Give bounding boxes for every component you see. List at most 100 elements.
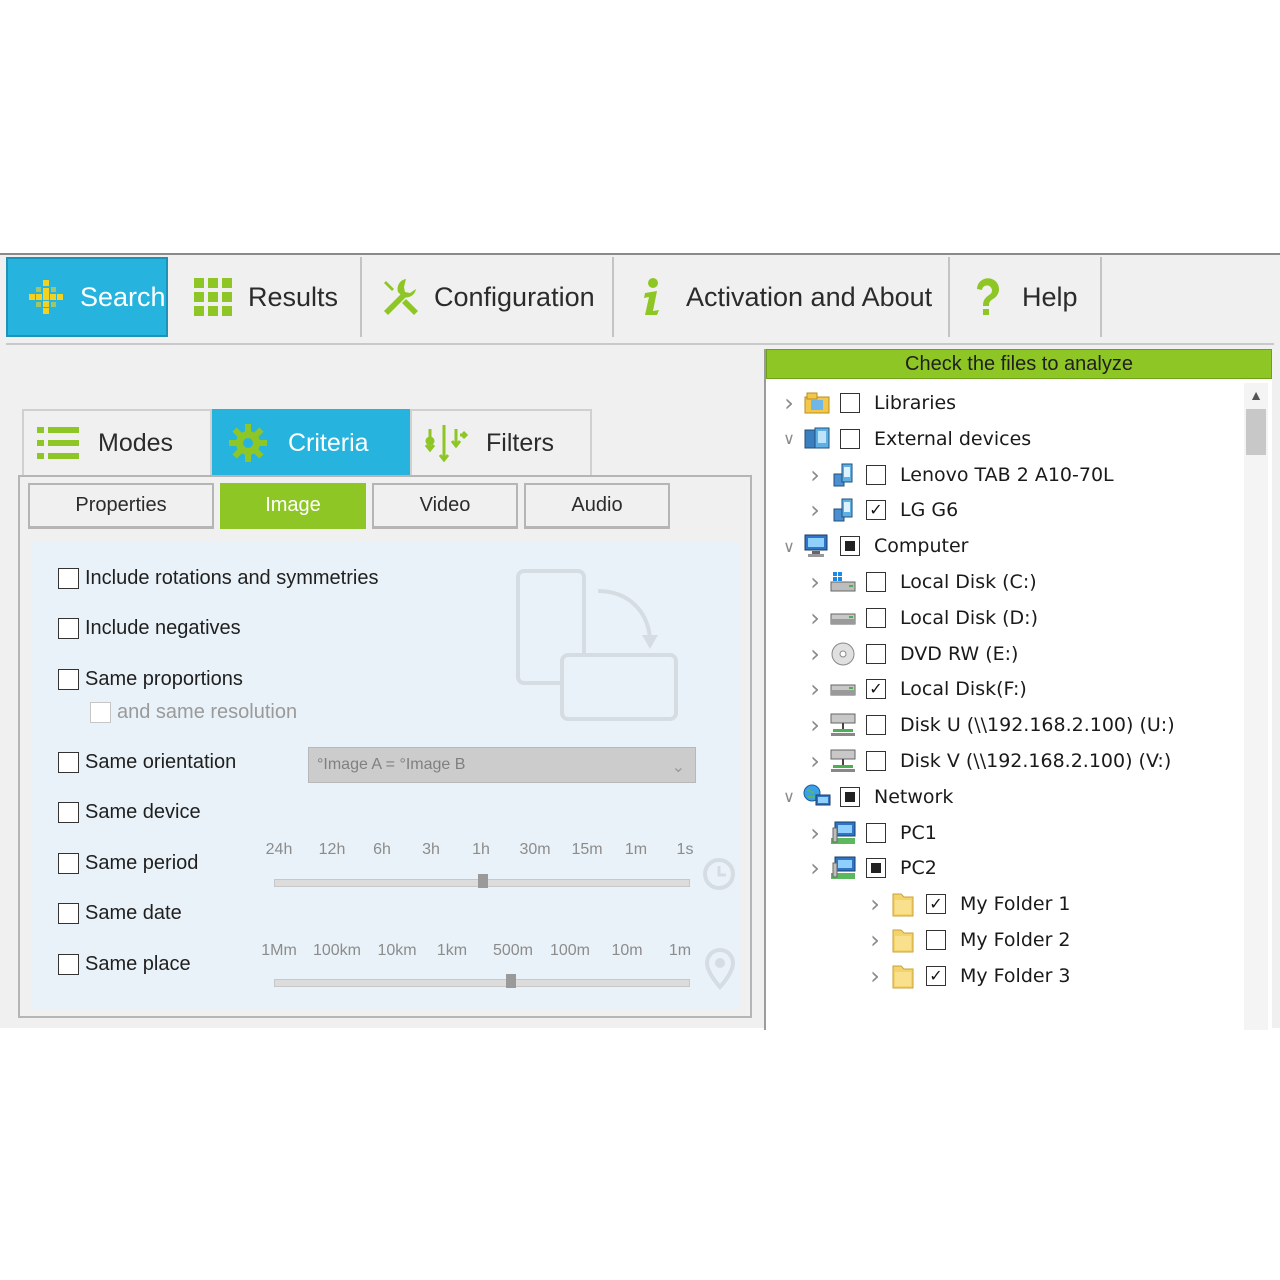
tree-node[interactable]: › PC2 xyxy=(804,852,937,884)
include-rotations-checkbox[interactable]: Include rotations and symmetries xyxy=(58,567,378,590)
tab-properties-label: Properties xyxy=(75,494,167,516)
checkbox-box[interactable] xyxy=(58,752,79,773)
tree-node-checkbox[interactable]: ✓ xyxy=(866,679,886,700)
place-slider-track[interactable] xyxy=(274,979,690,987)
tree-node-checkbox[interactable] xyxy=(866,607,886,628)
same-period-checkbox[interactable]: Same period xyxy=(58,852,198,875)
tab-results[interactable]: Results xyxy=(176,257,362,337)
tree-node-checkbox[interactable] xyxy=(866,572,886,592)
tree-node-checkbox[interactable] xyxy=(840,393,860,413)
checkbox-box[interactable] xyxy=(90,702,111,723)
tree-node-checkbox[interactable] xyxy=(866,822,886,843)
period-scale-label: 12h xyxy=(318,841,346,858)
tree-node-checkbox[interactable]: ✓ xyxy=(926,894,946,915)
tree-node-checkbox[interactable] xyxy=(866,715,886,736)
tree-node[interactable]: › Libraries xyxy=(778,387,956,419)
tree-node[interactable]: ∨ Network xyxy=(778,781,953,813)
tab-modes[interactable]: Modes xyxy=(22,409,212,475)
chevron-right-icon[interactable]: › xyxy=(778,389,800,417)
tree-node-checkbox[interactable]: ✓ xyxy=(866,500,886,521)
chevron-right-icon[interactable]: › xyxy=(804,461,826,489)
same-device-checkbox[interactable]: Same device xyxy=(58,801,201,824)
same-proportions-label: Same proportions xyxy=(85,668,243,690)
same-date-checkbox[interactable]: Same date xyxy=(58,902,182,925)
tree-node-checkbox[interactable] xyxy=(866,751,886,771)
tree-node[interactable]: › My Folder 2 xyxy=(864,924,1071,956)
chevron-right-icon[interactable]: › xyxy=(864,962,886,990)
tree-node[interactable]: › ✓ My Folder 1 xyxy=(864,888,1070,920)
checkbox-box[interactable] xyxy=(58,954,79,975)
tree-node-checkbox[interactable]: ✓ xyxy=(926,965,946,986)
tree-node-label: Network xyxy=(874,785,954,808)
chevron-right-icon[interactable]: › xyxy=(864,890,886,918)
checkbox-box[interactable] xyxy=(58,903,79,924)
checkbox-box[interactable] xyxy=(58,568,79,589)
chevron-down-icon[interactable]: ∨ xyxy=(778,787,800,806)
tree-node[interactable]: › Disk V (\\192.168.2.100) (V:) xyxy=(804,745,1171,777)
same-place-checkbox[interactable]: Same place xyxy=(58,953,191,976)
tab-activation-about[interactable]: Activation and About xyxy=(614,257,950,337)
checkbox-box[interactable] xyxy=(58,618,79,639)
checkbox-box[interactable] xyxy=(58,853,79,874)
place-scale-label: 10km xyxy=(377,942,417,959)
tree-node[interactable]: › Local Disk (C:) xyxy=(804,566,1036,598)
tree-node[interactable]: › ✓ My Folder 3 xyxy=(864,960,1070,992)
scroll-up-icon[interactable]: ▲ xyxy=(1244,383,1268,407)
chevron-right-icon[interactable]: › xyxy=(804,496,826,524)
tree-node[interactable]: › DVD RW (E:) xyxy=(804,638,1018,670)
tab-configuration[interactable]: Configuration xyxy=(362,257,614,337)
tree-node-checkbox[interactable] xyxy=(866,643,886,664)
place-slider-thumb[interactable] xyxy=(506,974,516,988)
tree-scrollbar[interactable]: ▲ xyxy=(1244,383,1268,1030)
same-proportions-checkbox[interactable]: Same proportions xyxy=(58,668,243,691)
tab-criteria[interactable]: Criteria xyxy=(212,409,410,475)
tree-node-checkbox[interactable] xyxy=(840,786,860,807)
scrollbar-thumb[interactable] xyxy=(1246,409,1266,455)
chevron-down-icon[interactable]: ∨ xyxy=(778,429,800,448)
checkbox-box[interactable] xyxy=(58,669,79,690)
checkbox-box[interactable] xyxy=(58,802,79,823)
period-slider-thumb[interactable] xyxy=(478,874,488,888)
divider xyxy=(6,343,1274,345)
tab-image[interactable]: Image xyxy=(220,483,366,529)
same-resolution-checkbox[interactable]: and same resolution xyxy=(90,701,297,724)
tree-node[interactable]: ∨ Computer xyxy=(778,530,968,562)
chevron-right-icon[interactable]: › xyxy=(804,604,826,632)
tab-video[interactable]: Video xyxy=(372,483,518,529)
tab-properties[interactable]: Properties xyxy=(28,483,214,529)
same-orientation-checkbox[interactable]: Same orientation xyxy=(58,751,236,774)
include-negatives-checkbox[interactable]: Include negatives xyxy=(58,617,241,640)
tab-filters[interactable]: Filters xyxy=(410,409,592,475)
chevron-right-icon[interactable]: › xyxy=(804,568,826,596)
tree-node-checkbox[interactable] xyxy=(840,428,860,449)
orientation-select[interactable]: °Image A = °Image B ⌄ xyxy=(308,747,696,783)
tree-node-checkbox[interactable] xyxy=(926,930,946,950)
tab-image-label: Image xyxy=(265,494,321,516)
place-scale-label: 100km xyxy=(312,942,362,959)
tree-node-checkbox[interactable] xyxy=(866,464,886,485)
tree-node[interactable]: › ✓ Local Disk(F:) xyxy=(804,673,1027,705)
tree-node[interactable]: › ✓ LG G6 xyxy=(804,494,958,526)
tree-node[interactable]: › Local Disk (D:) xyxy=(804,602,1038,634)
tree-node[interactable]: › Disk U (\\192.168.2.100) (U:) xyxy=(804,709,1174,741)
search-settings-pane: Modes Criteria Filters Properties Image … xyxy=(0,347,760,1030)
tree-node[interactable]: › PC1 xyxy=(804,817,937,849)
chevron-right-icon[interactable]: › xyxy=(864,926,886,954)
tab-search[interactable]: Search xyxy=(6,257,168,337)
tree-node-checkbox[interactable] xyxy=(840,536,860,557)
tab-help[interactable]: Help xyxy=(950,257,1102,337)
tree-node[interactable]: › Lenovo TAB 2 A10-70L xyxy=(804,459,1113,491)
tree-node-checkbox[interactable] xyxy=(866,858,886,879)
chevron-right-icon[interactable]: › xyxy=(804,675,826,703)
chevron-right-icon[interactable]: › xyxy=(804,747,826,775)
place-scale-label: 10m xyxy=(611,942,643,959)
tab-help-label: Help xyxy=(1022,281,1078,312)
chevron-right-icon[interactable]: › xyxy=(804,640,826,668)
chevron-right-icon[interactable]: › xyxy=(804,854,826,882)
tab-audio[interactable]: Audio xyxy=(524,483,670,529)
tree-node[interactable]: ∨ External devices xyxy=(778,423,1031,455)
chevron-down-icon[interactable]: ∨ xyxy=(778,537,800,556)
chevron-right-icon[interactable]: › xyxy=(804,819,826,847)
tree-node-label: My Folder 2 xyxy=(960,929,1071,951)
chevron-right-icon[interactable]: › xyxy=(804,711,826,739)
